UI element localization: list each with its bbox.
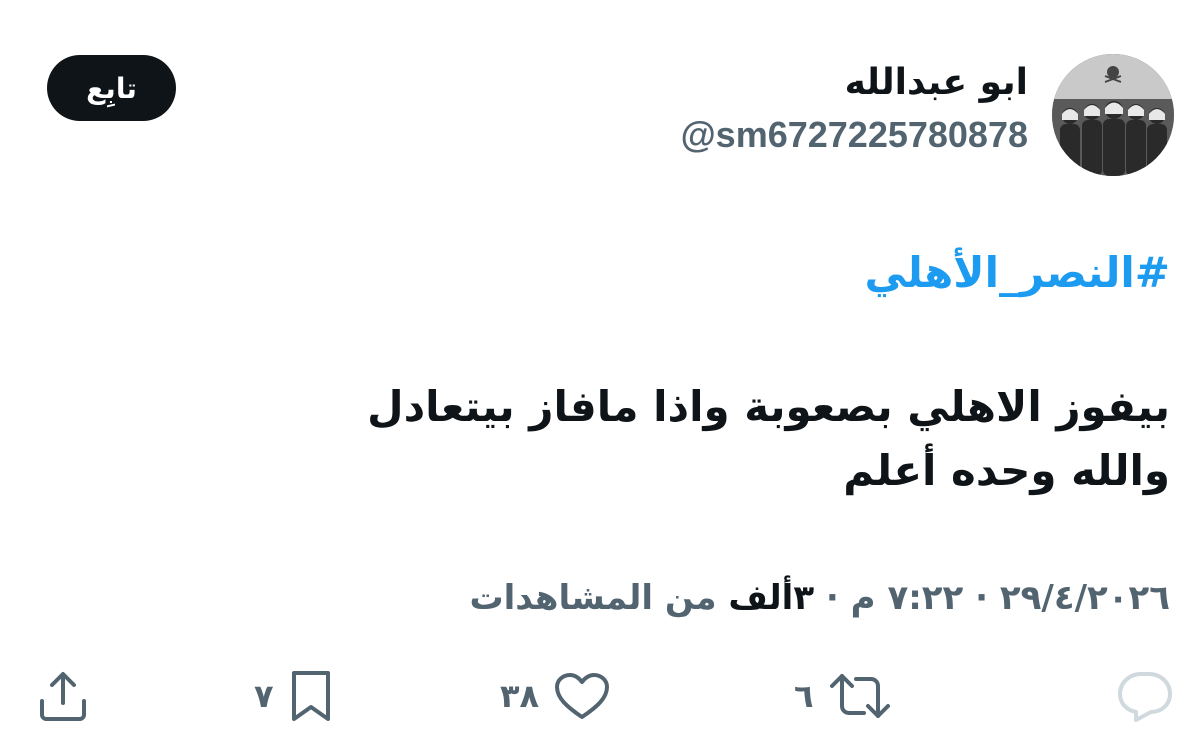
views-count: ٣ألف [728, 578, 815, 618]
heart-icon [555, 673, 610, 719]
reply-button[interactable] [1116, 668, 1174, 724]
tweet-card: ابو عبدالله @sm6727225780878 تابِع #النص… [0, 0, 1200, 732]
avatar[interactable] [1052, 54, 1174, 176]
hashtag-link[interactable]: #النصر_الأهلي [865, 248, 1170, 297]
reply-icon [1118, 672, 1172, 722]
share-icon [40, 672, 86, 721]
share-button[interactable] [36, 668, 90, 724]
tweet-text-line: بيفوز الاهلي بصعوبة واذا مافاز بيتعادل [367, 382, 1170, 431]
avatar-image [1052, 54, 1174, 176]
tweet-meta: ٢٩/٤/٢٠٢٦ · ٧:٢٢ م · ٣ألف من المشاهدات [469, 578, 1170, 618]
tweet-text: بيفوز الاهلي بصعوبة واذا مافاز بيتعادل و… [270, 375, 1170, 503]
like-button[interactable]: ٣٨ [500, 668, 611, 724]
retweet-count: ٦ [794, 677, 814, 715]
timestamp[interactable]: ٢٩/٤/٢٠٢٦ · ٧:٢٢ م · [814, 578, 1170, 618]
like-count: ٣٨ [500, 677, 540, 715]
views-label: من المشاهدات [469, 578, 729, 618]
retweet-button[interactable]: ٦ [794, 668, 892, 724]
follow-button[interactable]: تابِع [47, 55, 176, 121]
bookmark-count: ٧ [254, 677, 274, 715]
display-name[interactable]: ابو عبدالله [845, 62, 1028, 103]
bookmark-icon [291, 671, 330, 721]
retweet-icon [829, 674, 890, 718]
user-handle[interactable]: @sm6727225780878 [681, 114, 1028, 156]
tweet-text-line: والله وحده أعلم [843, 446, 1170, 495]
bookmark-button[interactable]: ٧ [254, 668, 334, 724]
